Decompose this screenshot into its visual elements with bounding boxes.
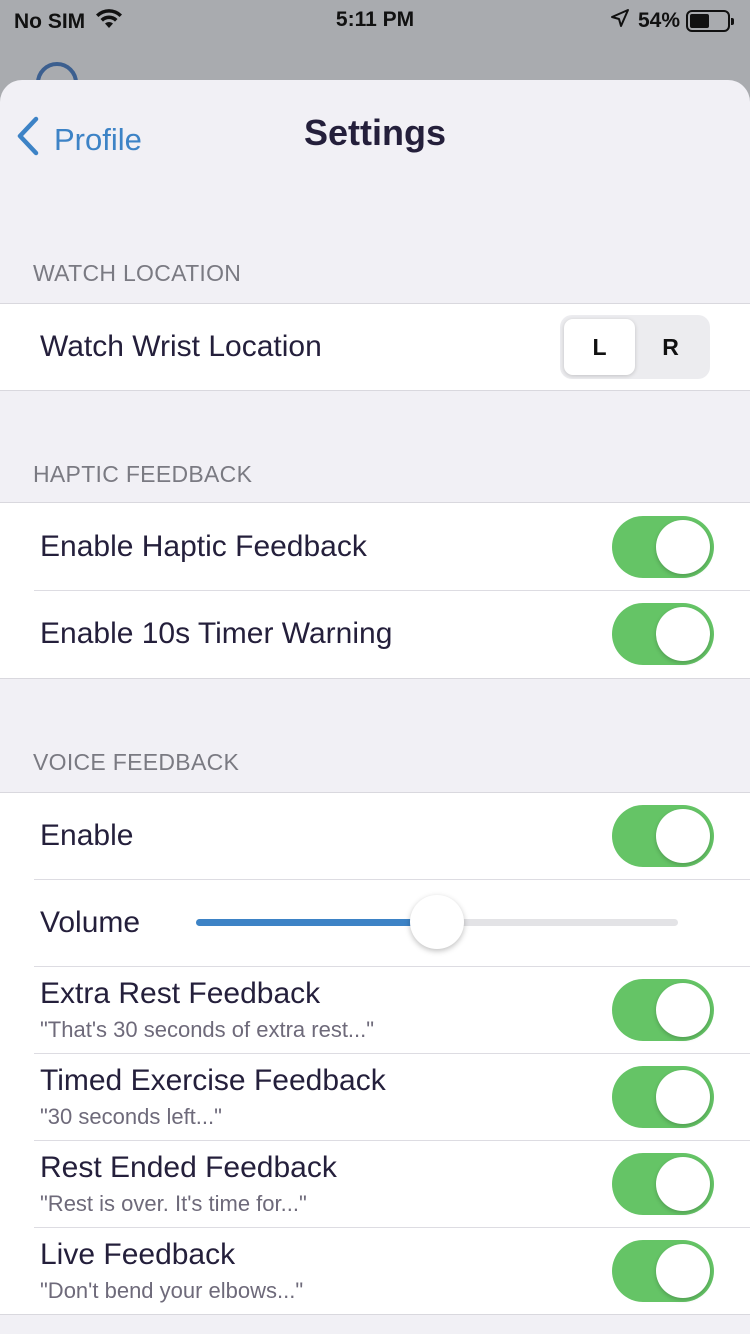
battery-icon bbox=[686, 10, 734, 32]
settings-sheet: Profile Settings WATCH LOCATION Watch Wr… bbox=[0, 80, 750, 1334]
volume-label: Volume bbox=[40, 905, 141, 939]
volume-slider-fill bbox=[196, 919, 437, 926]
group-haptic-feedback: Enable Haptic Feedback Enable 10s Timer … bbox=[0, 502, 750, 679]
row-enable-timer-warning: Enable 10s Timer Warning bbox=[0, 590, 750, 678]
location-arrow-icon bbox=[610, 8, 630, 34]
wrist-segmented-control: L R bbox=[560, 315, 710, 379]
voice-enable-toggle[interactable] bbox=[612, 805, 714, 867]
row-rest-ended-feedback: Rest Ended Feedback "Rest is over. It's … bbox=[0, 1140, 750, 1227]
live-feedback-toggle[interactable] bbox=[612, 1239, 714, 1302]
row-enable-haptic-feedback: Enable Haptic Feedback bbox=[0, 503, 750, 590]
row-live-feedback: Live Feedback "Don't bend your elbows...… bbox=[0, 1227, 750, 1314]
extra-rest-feedback-toggle[interactable] bbox=[612, 978, 714, 1041]
toggle-knob bbox=[656, 1156, 710, 1211]
group-voice-feedback: Enable Volume Extra Rest Feedback "That'… bbox=[0, 792, 750, 1315]
status-bar: No SIM 5:11 PM 54% bbox=[0, 0, 750, 40]
enable-haptic-feedback-toggle[interactable] bbox=[612, 515, 714, 578]
section-header-haptic-feedback: HAPTIC FEEDBACK bbox=[33, 461, 253, 487]
section-header-voice-feedback: VOICE FEEDBACK bbox=[33, 749, 240, 775]
page-title: Settings bbox=[303, 112, 446, 153]
timed-exercise-feedback-toggle[interactable] bbox=[612, 1065, 714, 1128]
enable-haptic-feedback-label: Enable Haptic Feedback bbox=[40, 529, 367, 563]
voice-enable-label: Enable bbox=[40, 819, 134, 852]
row-watch-wrist-location: Watch Wrist Location L R bbox=[0, 304, 750, 390]
enable-timer-warning-toggle[interactable] bbox=[612, 603, 714, 665]
toggle-knob bbox=[656, 1069, 710, 1124]
row-voice-enable: Enable bbox=[0, 793, 750, 879]
enable-timer-warning-label: Enable 10s Timer Warning bbox=[40, 617, 393, 650]
row-extra-rest-feedback: Extra Rest Feedback "That's 30 seconds o… bbox=[0, 966, 750, 1053]
row-timed-exercise-feedback: Timed Exercise Feedback "30 seconds left… bbox=[0, 1053, 750, 1140]
watch-wrist-location-label: Watch Wrist Location bbox=[40, 330, 322, 363]
volume-slider[interactable] bbox=[196, 895, 678, 949]
row-volume: Volume bbox=[0, 879, 750, 966]
section-header-watch-location: WATCH LOCATION bbox=[33, 260, 242, 286]
group-watch-location: Watch Wrist Location L R bbox=[0, 303, 750, 391]
status-right: 54% bbox=[610, 8, 734, 34]
toggle-knob bbox=[656, 607, 710, 661]
battery-percent: 54% bbox=[637, 9, 680, 32]
navigation-bar: Profile Settings bbox=[0, 80, 750, 190]
toggle-knob bbox=[656, 1243, 710, 1298]
rest-ended-feedback-toggle[interactable] bbox=[612, 1152, 714, 1215]
volume-slider-thumb[interactable] bbox=[410, 895, 464, 949]
segment-right[interactable]: R bbox=[635, 319, 706, 375]
toggle-knob bbox=[656, 982, 710, 1037]
segment-left[interactable]: L bbox=[564, 319, 635, 375]
toggle-knob bbox=[656, 809, 710, 863]
toggle-knob bbox=[656, 519, 710, 574]
